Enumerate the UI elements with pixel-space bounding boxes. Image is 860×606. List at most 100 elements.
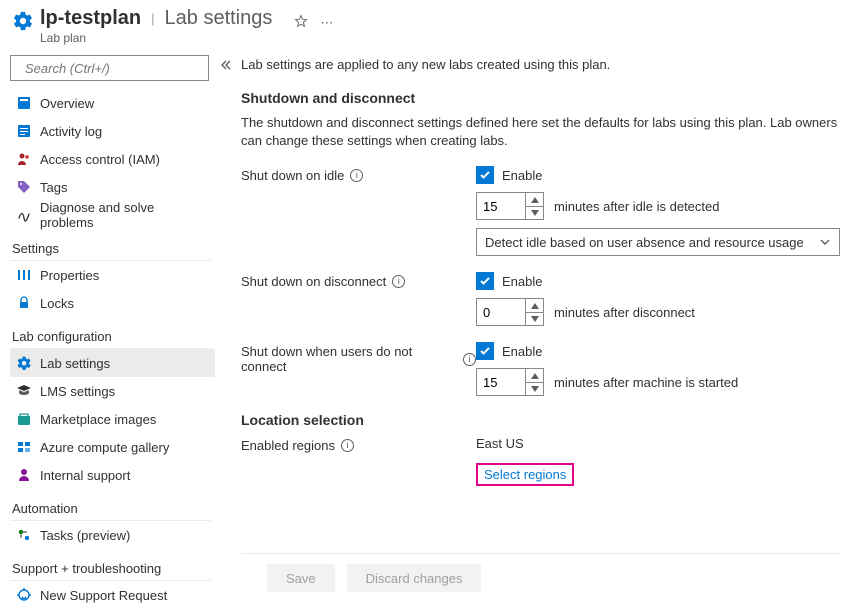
sidebar-item-lms[interactable]: LMS settings [10,377,215,405]
sidebar-item-new-support[interactable]: New Support Request [10,581,215,606]
sidebar-item-diagnose[interactable]: Diagnose and solve problems [10,201,215,229]
idle-minutes-spinner[interactable] [476,192,544,220]
info-icon[interactable]: i [350,169,363,182]
noconnect-minutes-input[interactable] [477,369,525,395]
marketplace-icon [16,411,32,427]
sidebar-group-lab-config: Lab configuration [10,317,211,349]
enabled-regions-value: East US [476,436,840,451]
regions-label-text: Enabled regions [241,438,335,453]
sidebar-item-label: Overview [40,96,94,111]
idle-enable-checkbox[interactable] [476,166,494,184]
discard-button[interactable]: Discard changes [347,564,482,592]
info-icon[interactable]: i [341,439,354,452]
chevron-down-icon [819,236,831,248]
sidebar-item-label: Properties [40,268,99,283]
sidebar-group-support: Support + troubleshooting [10,549,211,581]
sidebar-item-internal-support[interactable]: Internal support [10,461,215,489]
resource-type: Lab plan [40,31,334,45]
sidebar-item-activity-log[interactable]: Activity log [10,117,215,145]
diagnose-icon [16,207,32,223]
main-content: Lab settings are applied to any new labs… [235,49,860,606]
iam-icon [16,151,32,167]
collapse-sidebar-button[interactable] [215,49,235,606]
activity-log-icon [16,123,32,139]
sidebar-item-iam[interactable]: Access control (IAM) [10,145,215,173]
noconnect-enable-label: Enable [502,344,542,359]
spinner-up-icon[interactable] [526,369,543,383]
footer: Save Discard changes [241,553,840,606]
disconnect-minutes-spinner[interactable] [476,298,544,326]
sidebar-item-label: Azure compute gallery [40,440,169,455]
sidebar-item-lab-settings[interactable]: Lab settings [10,349,215,377]
noconnect-label-text: Shut down when users do not connect [241,344,457,374]
idle-enable-label: Enable [502,168,542,183]
sidebar-item-overview[interactable]: Overview [10,89,215,117]
idle-detect-value: Detect idle based on user absence and re… [485,235,804,250]
spinner-up-icon[interactable] [526,299,543,313]
more-actions-icon[interactable]: ⋯ [320,15,334,31]
tasks-icon [16,527,32,543]
sidebar-item-label: Diagnose and solve problems [40,200,209,230]
sidebar-item-label: Tasks (preview) [40,528,130,543]
overview-icon [16,95,32,111]
tags-icon [16,179,32,195]
title-separator: | [151,11,154,26]
disconnect-enable-label: Enable [502,274,542,289]
support-request-icon [16,587,32,603]
idle-minutes-input[interactable] [477,193,525,219]
info-icon[interactable]: i [392,275,405,288]
support-person-icon [16,467,32,483]
idle-label: Shut down on idle i [241,166,476,183]
sidebar-item-tasks[interactable]: Tasks (preview) [10,521,215,549]
disconnect-label-text: Shut down on disconnect [241,274,386,289]
noconnect-enable-checkbox[interactable] [476,342,494,360]
sidebar-item-label: Marketplace images [40,412,156,427]
shutdown-section-desc: The shutdown and disconnect settings def… [241,114,840,150]
spinner-down-icon[interactable] [526,313,543,326]
sidebar-item-properties[interactable]: Properties [10,261,215,289]
noconnect-minutes-suffix: minutes after machine is started [554,375,738,390]
sidebar-item-label: Locks [40,296,74,311]
select-regions-link[interactable]: Select regions [476,463,574,486]
sidebar-item-label: Tags [40,180,67,195]
save-button[interactable]: Save [267,564,335,592]
sidebar-item-locks[interactable]: Locks [10,289,215,317]
regions-label: Enabled regions i [241,436,476,453]
disconnect-minutes-input[interactable] [477,299,525,325]
sidebar-item-tags[interactable]: Tags [10,173,215,201]
spinner-down-icon[interactable] [526,207,543,220]
sidebar-item-label: Lab settings [40,356,110,371]
gear-icon [12,10,34,32]
gear-icon [16,355,32,371]
resource-name: lp-testplan [40,7,141,30]
sidebar-item-label: LMS settings [40,384,115,399]
noconnect-label: Shut down when users do not connect i [241,342,476,374]
idle-detect-dropdown[interactable]: Detect idle based on user absence and re… [476,228,840,256]
sidebar-item-marketplace[interactable]: Marketplace images [10,405,215,433]
sidebar: Overview Activity log Access control (IA… [0,49,215,606]
shutdown-section-title: Shutdown and disconnect [241,90,840,106]
sidebar-group-settings: Settings [10,229,211,261]
sidebar-item-label: Activity log [40,124,102,139]
disconnect-label: Shut down on disconnect i [241,272,476,289]
info-icon[interactable]: i [463,353,476,366]
sidebar-item-label: Internal support [40,468,130,483]
search-input[interactable] [23,60,205,77]
lms-icon [16,383,32,399]
spinner-up-icon[interactable] [526,193,543,207]
noconnect-minutes-spinner[interactable] [476,368,544,396]
spinner-down-icon[interactable] [526,383,543,396]
sidebar-item-compute-gallery[interactable]: Azure compute gallery [10,433,215,461]
sidebar-item-label: New Support Request [40,588,167,603]
compute-gallery-icon [16,439,32,455]
properties-icon [16,267,32,283]
location-section-title: Location selection [241,412,840,428]
sidebar-group-automation: Automation [10,489,211,521]
sidebar-search[interactable] [10,55,209,81]
lock-icon [16,295,32,311]
disconnect-enable-checkbox[interactable] [476,272,494,290]
idle-minutes-suffix: minutes after idle is detected [554,199,719,214]
favorite-star-icon[interactable] [294,14,308,31]
page-header: lp-testplan | Lab settings ⋯ Lab plan [0,0,860,49]
intro-text: Lab settings are applied to any new labs… [241,57,840,72]
